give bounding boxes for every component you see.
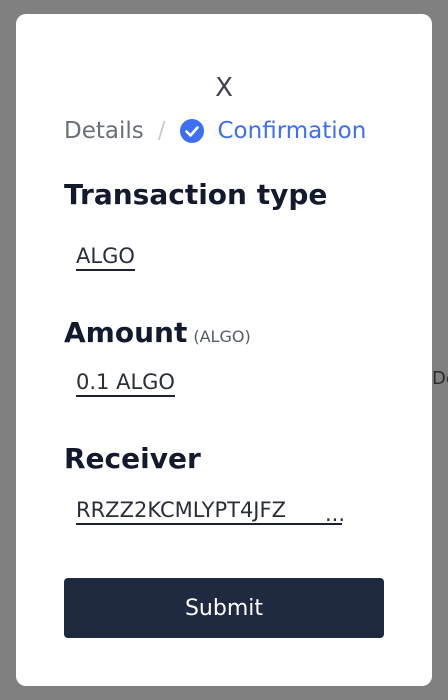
submit-button[interactable]: Submit: [64, 578, 384, 638]
amount-unit: (ALGO): [193, 327, 251, 346]
step-separator: /: [157, 118, 166, 144]
transaction-type-label: Transaction type: [64, 178, 328, 211]
receiver-value: RRZZ2KCMLYPT4JFZ: [76, 498, 342, 525]
transaction-type-value: ALGO: [76, 244, 135, 271]
amount-label: Amount: [64, 316, 188, 349]
background-text-peek: De: [432, 368, 448, 389]
step-confirmation: Confirmation: [217, 118, 367, 144]
amount-value: 0.1 ALGO: [76, 370, 175, 397]
amount-heading: Amount (ALGO): [64, 316, 251, 349]
confirmation-modal: X Details / Confirmation Transaction typ…: [16, 14, 432, 686]
receiver-label: Receiver: [64, 442, 201, 475]
check-circle-icon: [179, 119, 204, 143]
step-breadcrumb: Details / Confirmation: [64, 118, 366, 144]
close-button[interactable]: X: [210, 73, 238, 103]
receiver-ellipsis: ...: [325, 502, 346, 526]
step-details[interactable]: Details: [64, 118, 144, 144]
